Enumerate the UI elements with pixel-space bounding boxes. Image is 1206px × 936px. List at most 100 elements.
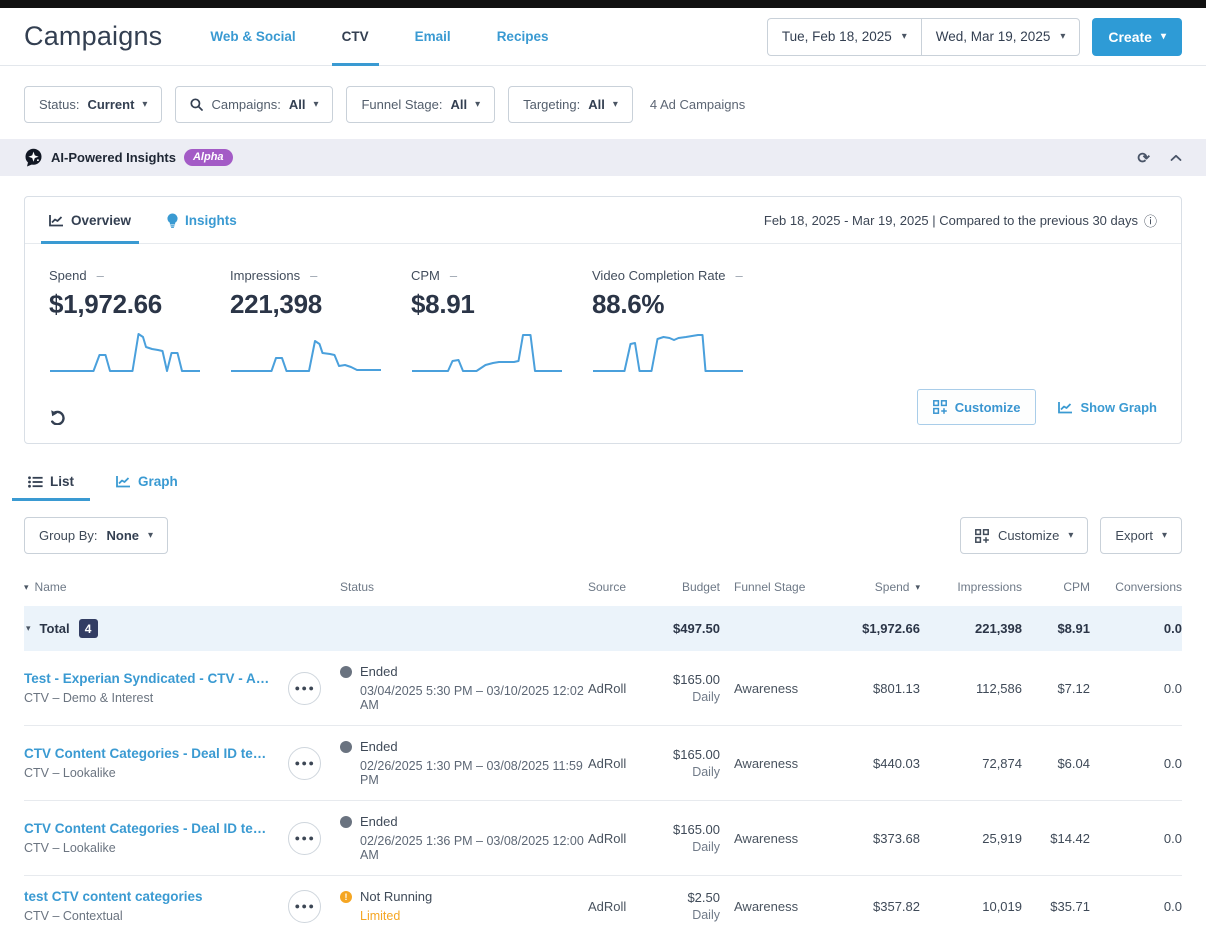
refresh-icon[interactable]: ⟳ [1137, 149, 1150, 167]
status-sub-text: Limited [360, 909, 401, 923]
end-date-value: Wed, Mar 19, 2025 [935, 29, 1051, 44]
campaign-name-link[interactable]: CTV Content Categories - Deal ID test 2 … [24, 746, 270, 761]
column-header-name[interactable]: ▾ Name [24, 580, 288, 594]
ellipsis-icon: ●●● [294, 682, 316, 693]
metric-cpm[interactable]: CPM – $8.91 [411, 268, 592, 379]
chevron-up-icon[interactable] [1170, 154, 1182, 162]
tab-graph[interactable]: Graph [112, 474, 182, 501]
tab-ctv[interactable]: CTV [331, 8, 379, 66]
cpm-cell: $7.12 [1057, 680, 1090, 696]
primary-nav: Web & Social CTV Email Recipes [206, 8, 590, 66]
budget-period: Daily [692, 908, 720, 922]
tab-recipes[interactable]: Recipes [493, 8, 553, 65]
column-header-spend[interactable]: Spend ▾ [828, 580, 920, 594]
page-title: Campaigns [24, 21, 163, 51]
total-spend: $1,972.66 [862, 621, 920, 636]
metric-impressions[interactable]: Impressions – 221,398 [230, 268, 411, 379]
tab-email[interactable]: Email [411, 8, 455, 65]
row-actions-button[interactable]: ●●● [288, 671, 321, 705]
row-actions-button[interactable]: ●●● [288, 889, 321, 923]
table-row[interactable]: Test - Experian Syndicated - CTV - Andre… [24, 651, 1182, 725]
total-row[interactable]: ▾ Total 4 $497.50 $1,972.66 221,398 $8.9… [24, 606, 1182, 651]
sparkline-chart [49, 326, 230, 379]
group-by-value: None [106, 528, 140, 543]
tab-graph-label: Graph [138, 474, 178, 489]
campaign-name-link[interactable]: CTV Content Categories - Deal ID test 2 … [24, 821, 270, 836]
customize-columns-label: Customize [997, 528, 1060, 543]
show-graph-label: Show Graph [1080, 399, 1157, 415]
status-icon [340, 665, 352, 678]
table-row[interactable]: CTV Content Categories - Deal ID test 2 … [24, 725, 1182, 800]
tab-insights-label: Insights [185, 212, 237, 228]
ai-insights-label: AI-Powered Insights [51, 150, 176, 165]
campaigns-filter-dropdown[interactable]: Campaigns: All ▾ [175, 86, 334, 123]
metric-value: 88.6% [592, 289, 665, 319]
ai-insights-bar[interactable]: AI-Powered Insights Alpha ⟳ [0, 139, 1206, 176]
list-icon [28, 475, 43, 488]
group-by-dropdown[interactable]: Group By: None ▾ [24, 517, 169, 554]
total-cpm: $8.91 [1057, 621, 1090, 636]
column-label: Funnel Stage [734, 580, 806, 594]
filters-row: Status: Current ▾ Campaigns: All ▾ Funne… [0, 66, 1206, 139]
show-graph-link[interactable]: Show Graph [1058, 400, 1157, 415]
tab-insights[interactable]: Insights [167, 197, 237, 243]
customize-columns-dropdown[interactable]: Customize ▾ [959, 517, 1089, 554]
campaigns-table: ▾ Name Status Source Budget Funnel Stage… [0, 572, 1206, 936]
header-actions: Tue, Feb 18, 2025 ▾ Wed, Mar 19, 2025 ▾ … [766, 17, 1182, 56]
table-header-row: ▾ Name Status Source Budget Funnel Stage… [24, 572, 1182, 606]
customize-button-label: Customize [954, 399, 1021, 415]
chevron-down-icon: ▾ [901, 30, 907, 42]
column-label: Spend [874, 580, 910, 594]
source-cell: AdRoll [588, 830, 627, 846]
metric-label: Video Completion Rate [592, 268, 726, 283]
create-button[interactable]: Create ▾ [1092, 17, 1182, 56]
overview-card: Overview Insights Feb 18, 2025 - Mar 19,… [24, 196, 1182, 444]
status-sub-text: 03/04/2025 5:30 PM – 03/10/2025 12:02 AM [360, 684, 584, 712]
sparkline-chart [230, 326, 411, 379]
campaign-count-text: 4 Ad Campaigns [649, 97, 746, 112]
status-filter-dropdown[interactable]: Status: Current ▾ [24, 86, 163, 123]
end-date-dropdown[interactable]: Wed, Mar 19, 2025 ▾ [920, 17, 1081, 56]
list-graph-tabs: List Graph [0, 474, 1206, 501]
metric-video-completion-rate[interactable]: Video Completion Rate – 88.6% [592, 268, 802, 379]
info-icon[interactable]: ⓘ [1144, 211, 1157, 230]
status-cell: Ended 03/04/2025 5:30 PM – 03/10/2025 12… [340, 664, 588, 712]
budget-cell: $165.00 Daily [646, 747, 720, 779]
undo-icon[interactable] [49, 409, 66, 425]
targeting-filter-dropdown[interactable]: Targeting: All ▾ [508, 86, 633, 123]
export-dropdown[interactable]: Export ▾ [1100, 517, 1182, 554]
budget-cell: $2.50 Daily [646, 890, 720, 922]
funnel-stage-cell: Awareness [734, 830, 799, 846]
actions-cell: ●●● [288, 889, 340, 923]
collapse-caret-icon[interactable]: ▾ [26, 623, 31, 634]
table-row[interactable]: CTV Content Categories - Deal ID test 2 … [24, 800, 1182, 875]
column-header-impressions[interactable]: Impressions [920, 580, 1022, 594]
metric-spend[interactable]: Spend – $1,972.66 [49, 268, 230, 379]
customize-metrics-button[interactable]: Customize [916, 389, 1037, 425]
budget-amount: $165.00 [673, 822, 720, 837]
table-row[interactable]: test CTV content categories CTV – Contex… [24, 875, 1182, 936]
column-header-status[interactable]: Status [340, 580, 588, 594]
source-cell: AdRoll [588, 680, 627, 696]
filter-label: Campaigns: [211, 97, 281, 112]
column-header-conversions[interactable]: Conversions [1090, 580, 1182, 594]
overview-card-header: Overview Insights Feb 18, 2025 - Mar 19,… [25, 197, 1181, 244]
column-header-funnel-stage[interactable]: Funnel Stage [720, 580, 828, 594]
column-header-source[interactable]: Source [588, 580, 646, 594]
name-cell: Test - Experian Syndicated - CTV - Andre… [24, 671, 288, 705]
column-header-budget[interactable]: Budget [646, 580, 720, 594]
status-cell: Ended 02/26/2025 1:30 PM – 03/08/2025 11… [340, 739, 588, 787]
row-actions-button[interactable]: ●●● [288, 746, 321, 780]
window-chrome-bar [0, 0, 1206, 8]
funnel-stage-filter-dropdown[interactable]: Funnel Stage: All ▾ [346, 86, 496, 123]
campaign-name-link[interactable]: Test - Experian Syndicated - CTV - Andre… [24, 671, 270, 686]
tab-list[interactable]: List [11, 474, 91, 501]
tab-web-social[interactable]: Web & Social [206, 8, 299, 65]
comparison-range-text: Feb 18, 2025 - Mar 19, 2025 | Compared t… [764, 211, 1157, 230]
start-date-dropdown[interactable]: Tue, Feb 18, 2025 ▾ [766, 17, 921, 56]
row-actions-button[interactable]: ●●● [288, 821, 321, 855]
line-chart-icon [1058, 401, 1073, 413]
tab-overview[interactable]: Overview [40, 197, 140, 244]
column-header-cpm[interactable]: CPM [1022, 580, 1090, 594]
line-chart-icon [49, 214, 63, 226]
